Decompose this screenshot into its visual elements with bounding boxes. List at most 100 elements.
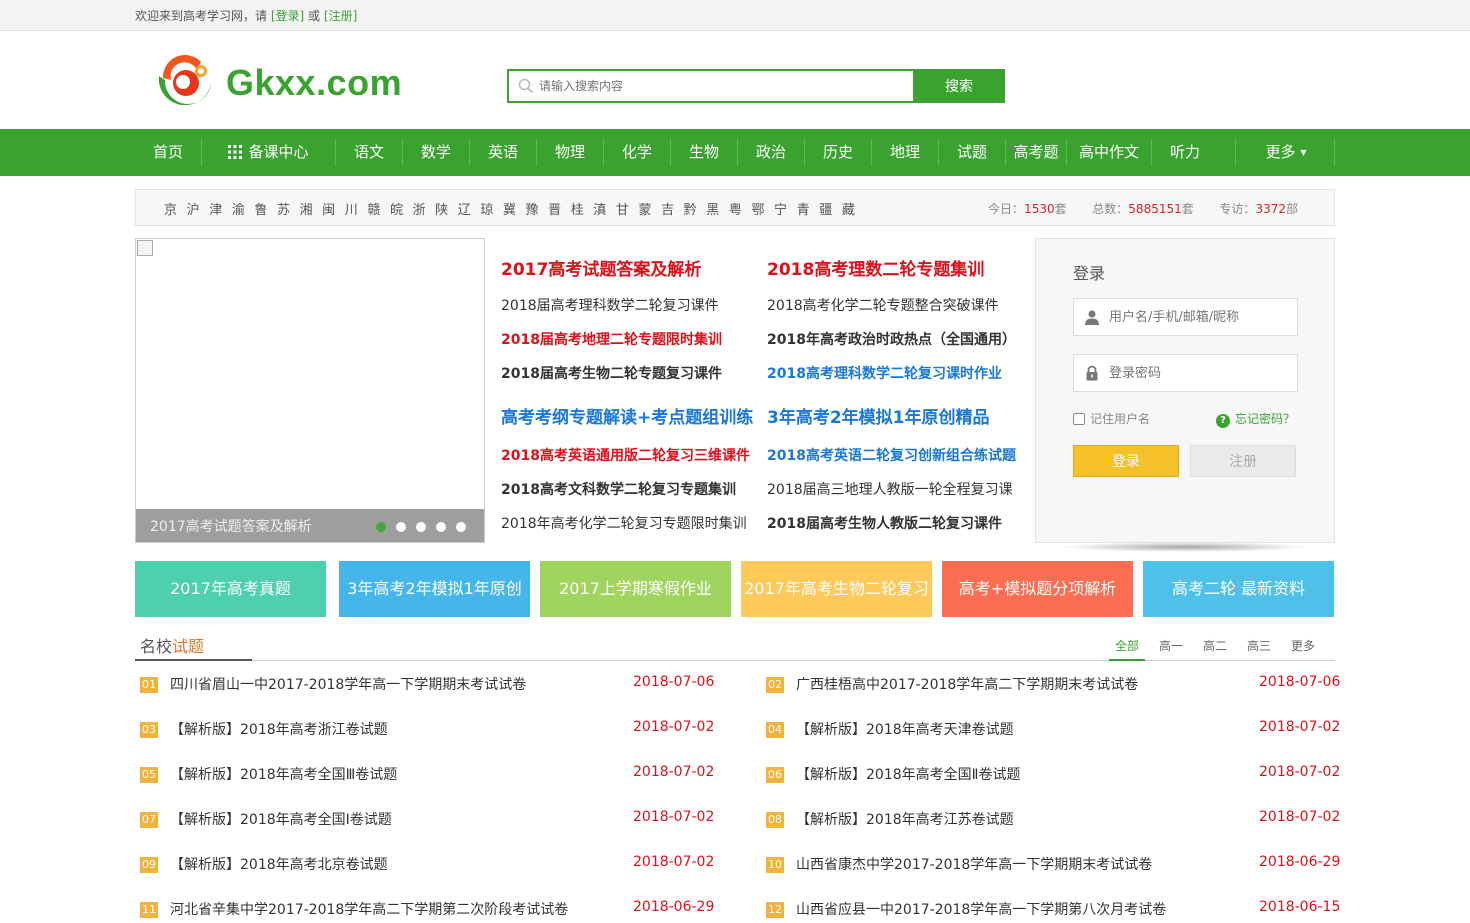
news-link[interactable]: 2018高考英语通用版二轮复习三维课件 xyxy=(501,439,761,473)
news-headline[interactable]: 2017高考试题答案及解析 xyxy=(501,255,761,281)
nav-item-politics[interactable]: 政治 xyxy=(738,129,804,176)
news-link[interactable]: 2018届高考生物人教版二轮复习课件 xyxy=(767,507,1027,541)
item-title[interactable]: 河北省辛集中学2017-2018学年高二下学期第二次阶段考试试卷 xyxy=(170,899,568,919)
item-title[interactable]: 【解析版】2018年高考全国Ⅲ卷试题 xyxy=(170,764,397,784)
forgot-password-link[interactable]: ? 忘记密码？ xyxy=(1216,410,1295,428)
list-item[interactable]: 06 【解析版】2018年高考全国Ⅱ卷试题 2018-07-02 xyxy=(761,751,1361,796)
list-item[interactable]: 03 【解析版】2018年高考浙江卷试题 2018-07-02 xyxy=(135,706,735,751)
top-login-link[interactable]: [登录] xyxy=(271,9,304,23)
image-slider[interactable]: 2017高考试题答案及解析 xyxy=(135,238,485,543)
news-link[interactable]: 2018届高考地理二轮专题限时集训 xyxy=(501,323,761,357)
province-link[interactable]: 豫 xyxy=(526,199,549,218)
province-link[interactable]: 辽 xyxy=(458,199,481,218)
province-link[interactable]: 吉 xyxy=(661,199,684,218)
province-link[interactable]: 浙 xyxy=(413,199,436,218)
slider-dot[interactable] xyxy=(396,522,406,532)
tile-link[interactable]: 3年高考2年模拟1年原创 xyxy=(339,561,530,617)
tile-link[interactable]: 2017年高考生物二轮复习 xyxy=(741,561,932,617)
tab-grade-2[interactable]: 高二 xyxy=(1203,637,1227,654)
province-link[interactable]: 鄂 xyxy=(751,199,774,218)
list-item[interactable]: 09 【解析版】2018年高考北京卷试题 2018-07-02 xyxy=(135,841,735,886)
list-item[interactable]: 05 【解析版】2018年高考全国Ⅲ卷试题 2018-07-02 xyxy=(135,751,735,796)
item-title[interactable]: 【解析版】2018年高考全国Ⅱ卷试题 xyxy=(796,764,1021,784)
province-link[interactable]: 苏 xyxy=(277,199,300,218)
list-item[interactable]: 11 河北省辛集中学2017-2018学年高二下学期第二次阶段考试试卷 2018-0… xyxy=(135,886,735,923)
item-title[interactable]: 广西桂梧高中2017-2018学年高二下学期期末考试试卷 xyxy=(796,674,1138,694)
item-title[interactable]: 【解析版】2018年高考天津卷试题 xyxy=(796,719,1014,739)
province-link[interactable]: 冀 xyxy=(503,199,526,218)
tile-link[interactable]: 2017年高考真题 xyxy=(135,561,326,617)
nav-item-listening[interactable]: 听力 xyxy=(1152,129,1218,176)
province-link[interactable]: 皖 xyxy=(390,199,413,218)
search-button[interactable]: 搜索 xyxy=(913,69,1005,103)
nav-item-math[interactable]: 数学 xyxy=(403,129,469,176)
top-register-link[interactable]: [注册] xyxy=(324,9,357,23)
news-link[interactable]: 2018高考英语二轮复习创新组合练试题 xyxy=(767,439,1027,473)
list-item[interactable]: 01 四川省眉山一中2017-2018学年高一下学期期末考试试卷 2018-07-0… xyxy=(135,661,735,706)
tab-grade-3[interactable]: 高三 xyxy=(1247,637,1271,654)
province-link[interactable]: 宁 xyxy=(774,199,797,218)
register-button[interactable]: 注册 xyxy=(1190,445,1296,477)
tab-more[interactable]: 更多 xyxy=(1291,637,1315,654)
tab-grade-1[interactable]: 高一 xyxy=(1159,637,1183,654)
tile-link[interactable]: 高考二轮 最新资料 xyxy=(1143,561,1334,617)
news-link[interactable]: 2018高考文科数学二轮复习专题集训 xyxy=(501,473,761,507)
item-title[interactable]: 【解析版】2018年高考北京卷试题 xyxy=(170,854,388,874)
list-item[interactable]: 02 广西桂梧高中2017-2018学年高二下学期期末考试试卷 2018-07-06 xyxy=(761,661,1361,706)
password-input[interactable] xyxy=(1109,355,1295,391)
nav-item-biology[interactable]: 生物 xyxy=(671,129,737,176)
search-input[interactable] xyxy=(507,69,913,103)
province-link[interactable]: 甘 xyxy=(616,199,639,218)
province-link[interactable]: 津 xyxy=(209,199,232,218)
item-title[interactable]: 四川省眉山一中2017-2018学年高一下学期期末考试试卷 xyxy=(170,674,526,694)
news-headline[interactable]: 高考考纲专题解读+考点题组训练 xyxy=(501,403,761,429)
province-link[interactable]: 湘 xyxy=(300,199,323,218)
province-link[interactable]: 陕 xyxy=(435,199,458,218)
item-title[interactable]: 【解析版】2018年高考浙江卷试题 xyxy=(170,719,388,739)
news-link[interactable]: 2018高考化学二轮专题整合突破课件 xyxy=(767,289,1027,323)
nav-item-home[interactable]: 首页 xyxy=(135,129,201,176)
province-link[interactable]: 川 xyxy=(345,199,368,218)
province-link[interactable]: 疆 xyxy=(819,199,842,218)
nav-item-geography[interactable]: 地理 xyxy=(872,129,938,176)
news-link[interactable]: 2018年高考政治时政热点（全国通用） xyxy=(767,323,1027,357)
nav-item-physics[interactable]: 物理 xyxy=(537,129,603,176)
tile-link[interactable]: 高考+模拟题分项解析 xyxy=(942,561,1133,617)
province-link[interactable]: 黑 xyxy=(706,199,729,218)
nav-item-chinese[interactable]: 语文 xyxy=(336,129,402,176)
nav-item-history[interactable]: 历史 xyxy=(805,129,871,176)
list-item[interactable]: 04 【解析版】2018年高考天津卷试题 2018-07-02 xyxy=(761,706,1361,751)
username-input[interactable] xyxy=(1109,299,1295,335)
province-link[interactable]: 京 xyxy=(164,199,187,218)
news-link[interactable]: 2018高考理科数学二轮复习课时作业 xyxy=(767,357,1027,391)
province-link[interactable]: 琼 xyxy=(480,199,503,218)
province-link[interactable]: 鲁 xyxy=(254,199,277,218)
slider-dot[interactable] xyxy=(436,522,446,532)
nav-item-exams[interactable]: 试题 xyxy=(939,129,1005,176)
news-link[interactable]: 2018届高考生物二轮专题复习课件 xyxy=(501,357,761,391)
list-item[interactable]: 10 山西省康杰中学2017-2018学年高一下学期期末考试试卷 2018-06-2… xyxy=(761,841,1361,886)
news-link[interactable]: 2018年高考化学二轮复习专题限时集训 xyxy=(501,507,761,541)
nav-item-gaokao[interactable]: 高考题 xyxy=(1006,129,1066,176)
province-link[interactable]: 桂 xyxy=(571,199,594,218)
province-link[interactable]: 黔 xyxy=(684,199,707,218)
news-headline[interactable]: 3年高考2年模拟1年原创精品 xyxy=(767,403,1027,429)
news-headline[interactable]: 2018高考理数二轮专题集训 xyxy=(767,255,1027,281)
item-title[interactable]: 山西省应县一中2017-2018学年高一下学期第八次月考试卷 xyxy=(796,899,1166,919)
nav-item-more[interactable]: 更多 ▼ xyxy=(1236,129,1336,176)
province-link[interactable]: 藏 xyxy=(842,199,865,218)
nav-item-english[interactable]: 英语 xyxy=(470,129,536,176)
list-item[interactable]: 08 【解析版】2018年高考江苏卷试题 2018-07-02 xyxy=(761,796,1361,841)
province-link[interactable]: 青 xyxy=(797,199,820,218)
news-link[interactable]: 2018届高考理科数学二轮复习课件 xyxy=(501,289,761,323)
slider-dot[interactable] xyxy=(376,522,386,532)
province-link[interactable]: 闽 xyxy=(322,199,345,218)
province-link[interactable]: 沪 xyxy=(187,199,210,218)
list-item[interactable]: 12 山西省应县一中2017-2018学年高一下学期第八次月考试卷 2018-06-… xyxy=(761,886,1361,923)
site-logo[interactable]: Gkxx.com xyxy=(153,50,413,112)
tile-link[interactable]: 2017上学期寒假作业 xyxy=(540,561,731,617)
news-link[interactable]: 2018届高三地理人教版一轮全程复习课 xyxy=(767,473,1027,507)
login-button[interactable]: 登录 xyxy=(1073,445,1179,477)
nav-item-essay[interactable]: 高中作文 xyxy=(1067,129,1151,176)
province-link[interactable]: 蒙 xyxy=(638,199,661,218)
